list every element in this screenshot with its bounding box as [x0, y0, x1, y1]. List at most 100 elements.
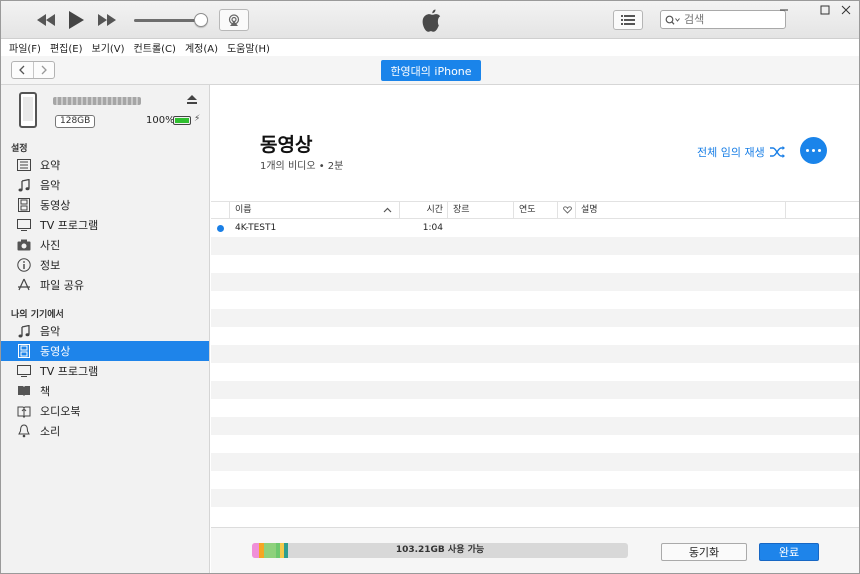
table-row-empty: [211, 309, 859, 327]
table-row-empty: [211, 489, 859, 507]
eject-icon: [187, 95, 197, 104]
sidebar-item-info[interactable]: 정보: [1, 255, 209, 275]
column-header-time[interactable]: 시간: [399, 202, 447, 218]
fast-forward-button[interactable]: [96, 10, 118, 30]
sidebar-item-label: 오디오북: [40, 405, 81, 418]
forward-button[interactable]: [34, 62, 55, 78]
close-icon: [841, 5, 851, 15]
table-row-empty: [211, 291, 859, 309]
airplay-button[interactable]: [219, 9, 249, 31]
sidebar-item-device-tones[interactable]: 소리: [1, 421, 209, 441]
sidebar-item-device-movies[interactable]: 동영상: [1, 341, 209, 361]
menu-bar: 파일(F) 편집(E) 보기(V) 컨트롤(C) 계정(A) 도움말(H): [1, 39, 859, 56]
chevron-right-icon: [41, 65, 47, 75]
sidebar-item-device-books[interactable]: 책: [1, 381, 209, 401]
menu-controls[interactable]: 컨트롤(C): [134, 40, 176, 55]
sync-button[interactable]: 동기화: [661, 543, 747, 561]
cell-name: 4K-TEST1: [235, 223, 277, 233]
sidebar-item-movies[interactable]: 동영상: [1, 195, 209, 215]
minimize-icon: [780, 9, 788, 11]
list-icon: [621, 15, 635, 25]
capacity-badge: 128GB: [55, 115, 96, 128]
table-row-empty: [211, 273, 859, 291]
play-button[interactable]: [65, 10, 87, 30]
menu-edit[interactable]: 편집(E): [50, 40, 83, 55]
fast-forward-icon: [98, 14, 116, 26]
back-forward-group: [11, 61, 55, 79]
sidebar-item-file-sharing[interactable]: 파일 공유: [1, 275, 209, 295]
column-header-description[interactable]: 설명: [575, 202, 785, 218]
sidebar-item-device-audiobooks[interactable]: 오디오북: [1, 401, 209, 421]
back-button[interactable]: [12, 62, 34, 78]
sidebar-item-label: 정보: [40, 259, 61, 272]
sidebar-item-tv[interactable]: TV 프로그램: [1, 215, 209, 235]
menu-file[interactable]: 파일(F): [9, 40, 41, 55]
volume-knob[interactable]: [194, 13, 208, 27]
column-header-label: 설명: [581, 205, 598, 215]
film-icon: [17, 198, 31, 212]
search-box[interactable]: [660, 10, 786, 29]
sidebar-item-label: 요약: [40, 159, 61, 172]
itunes-window: 파일(F) 편집(E) 보기(V) 컨트롤(C) 계정(A) 도움말(H) 한영…: [0, 0, 860, 574]
table-row-empty: [211, 507, 859, 523]
sort-ascending-icon[interactable]: [383, 202, 399, 218]
list-view-button[interactable]: [613, 10, 643, 30]
device-name-redacted: [53, 97, 141, 105]
column-header-label: 시간: [426, 205, 443, 215]
sidebar-item-photos[interactable]: 사진: [1, 235, 209, 255]
playback-toolbar: [1, 1, 859, 39]
sidebar-item-summary[interactable]: 요약: [1, 155, 209, 175]
page-title: 동영상: [260, 134, 313, 156]
column-header-name[interactable]: 이름: [229, 202, 399, 218]
close-button[interactable]: [835, 3, 857, 17]
shuffle-all-button[interactable]: 전체 임의 재생: [697, 144, 786, 160]
table-row-empty: [211, 417, 859, 435]
table-row[interactable]: 4K-TEST1 1:04: [211, 219, 859, 237]
column-header-label: 이름: [235, 205, 252, 215]
device-button[interactable]: 한영대의 iPhone: [381, 60, 481, 81]
done-button[interactable]: 완료: [759, 543, 819, 561]
info-icon: [17, 258, 31, 272]
sidebar-item-label: 소리: [40, 425, 61, 438]
camera-icon: [17, 238, 31, 252]
tv-icon: [17, 218, 31, 232]
table-row-empty: [211, 345, 859, 363]
main-panel: 동영상 1개의 비디오 • 2분 전체 임의 재생 이름 시간 장르 연도 설명…: [211, 85, 859, 573]
table-row-empty: [211, 237, 859, 255]
tv-icon: [17, 364, 31, 378]
column-header-genre[interactable]: 장르: [447, 202, 513, 218]
ellipsis-dot: [818, 149, 821, 152]
minimize-button[interactable]: [773, 3, 795, 17]
charging-icon: ⚡: [194, 114, 201, 124]
footer-bar: 103.21GB 사용 가능 동기화 완료: [211, 527, 859, 573]
menu-account[interactable]: 계정(A): [185, 40, 218, 55]
menu-view[interactable]: 보기(V): [92, 40, 125, 55]
music-note-icon: [17, 324, 31, 338]
column-header-empty: [785, 202, 859, 218]
sidebar-item-label: 음악: [40, 325, 61, 338]
sidebar-item-device-music[interactable]: 음악: [1, 321, 209, 341]
table-header: 이름 시간 장르 연도 설명: [211, 201, 859, 219]
film-icon: [17, 344, 31, 358]
maximize-icon: [820, 5, 830, 15]
menu-help[interactable]: 도움말(H): [227, 40, 270, 55]
maximize-button[interactable]: [814, 3, 836, 17]
apple-logo-icon: [419, 7, 443, 33]
rewind-button[interactable]: [35, 10, 57, 30]
eject-button[interactable]: [187, 95, 197, 107]
battery-percent: 100%: [146, 115, 175, 126]
sidebar-item-label: 책: [40, 385, 51, 398]
chevron-left-icon: [19, 65, 25, 75]
table-row-empty: [211, 255, 859, 273]
search-input[interactable]: [684, 13, 774, 26]
music-note-icon: [17, 178, 31, 192]
shuffle-label: 전체 임의 재생: [697, 146, 765, 159]
bell-icon: [17, 424, 31, 438]
column-header-year[interactable]: 연도: [513, 202, 557, 218]
column-header-love[interactable]: [557, 202, 575, 218]
more-options-button[interactable]: [800, 137, 827, 164]
cell-time: 1:04: [422, 223, 443, 233]
sidebar-item-music[interactable]: 음악: [1, 175, 209, 195]
sidebar-item-label: TV 프로그램: [40, 365, 99, 378]
sidebar-item-device-tv[interactable]: TV 프로그램: [1, 361, 209, 381]
